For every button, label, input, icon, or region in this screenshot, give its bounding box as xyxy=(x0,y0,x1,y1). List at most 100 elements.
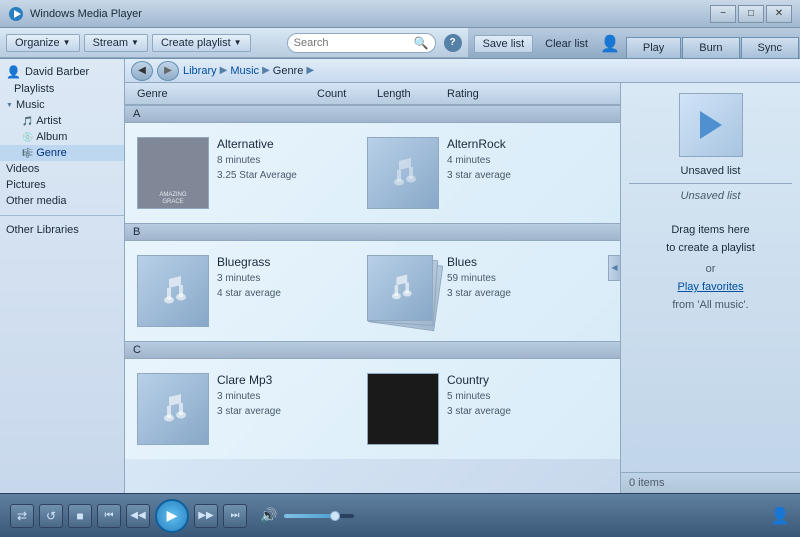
genre-info-clare-mp3: Clare Mp3 3 minutes 3 star average xyxy=(217,373,349,419)
volume-slider[interactable] xyxy=(284,514,354,518)
genre-grid-b: Bluegrass 3 minutes 4 star average xyxy=(125,241,620,341)
right-status-icon: 👤 xyxy=(770,506,790,526)
help-button[interactable]: ? xyxy=(444,34,462,52)
title-bar: Windows Media Player − □ ✕ xyxy=(0,0,800,28)
repeat-button[interactable]: ↺ xyxy=(39,504,63,528)
search-icon[interactable]: 🔍 xyxy=(414,36,429,50)
section-header-c: C xyxy=(125,341,620,359)
address-bar: ◀ ▶ Library ▶ Music ▶ Genre ▶ xyxy=(125,59,800,83)
organize-dropdown-icon: ▼ xyxy=(63,38,71,47)
sidebar-item-pictures[interactable]: Pictures xyxy=(0,177,124,193)
drag-hint: Drag items hereto create a playlist xyxy=(666,222,755,257)
breadcrumb-library[interactable]: Library xyxy=(183,65,217,77)
main-tabs: Save list Clear list 👤 Play Burn Sync xyxy=(468,28,800,58)
column-headers: Genre Count Length Rating xyxy=(125,83,620,105)
genre-meta-country: 5 minutes 3 star average xyxy=(447,389,579,419)
tab-burn[interactable]: Burn xyxy=(682,37,739,58)
create-playlist-button[interactable]: Create playlist ▼ xyxy=(152,34,251,52)
panel-unsaved-label: Unsaved list xyxy=(681,190,741,202)
forward-button[interactable]: ▶ xyxy=(157,61,179,81)
toolbar: Organize ▼ Stream ▼ Create playlist ▼ 🔍 … xyxy=(0,28,468,58)
sidebar: 👤 David Barber Playlists ▼ Music 🎵 Artis… xyxy=(0,59,125,493)
items-count: 0 items xyxy=(621,472,800,493)
breadcrumb-sep-2: ▶ xyxy=(262,65,270,76)
main-area: 👤 David Barber Playlists ▼ Music 🎵 Artis… xyxy=(0,59,800,493)
genre-info-alternative: Alternative 8 minutes 3.25 Star Average xyxy=(217,137,349,183)
col-genre[interactable]: Genre xyxy=(133,88,313,100)
clear-list-button[interactable]: Clear list xyxy=(537,36,596,52)
search-box: 🔍 xyxy=(287,33,436,53)
or-text: or xyxy=(706,263,716,275)
sidebar-item-genre[interactable]: 🎼 Genre xyxy=(0,145,124,161)
play-pause-button[interactable]: ▶ xyxy=(155,499,189,533)
genre-name-country: Country xyxy=(447,373,579,387)
content-area: Genre Count Length Rating A AMAZING xyxy=(125,83,800,493)
stream-button[interactable]: Stream ▼ xyxy=(84,34,148,52)
sidebar-item-album[interactable]: 💿 Album xyxy=(0,129,124,145)
breadcrumb: Library ▶ Music ▶ Genre ▶ xyxy=(183,65,314,77)
maximize-button[interactable]: □ xyxy=(738,5,764,23)
breadcrumb-music[interactable]: Music xyxy=(230,65,259,77)
back-button[interactable]: ◀ xyxy=(131,61,153,81)
window-title: Windows Media Player xyxy=(30,8,142,20)
section-header-a: A xyxy=(125,105,620,123)
close-button[interactable]: ✕ xyxy=(766,5,792,23)
genre-item-altern-rock[interactable]: AlternRock 4 minutes 3 star average xyxy=(363,133,583,213)
genre-name-alternative: Alternative xyxy=(217,137,349,151)
genre-name-bluegrass: Bluegrass xyxy=(217,255,349,269)
user-icon: 👤 xyxy=(600,34,620,54)
search-input[interactable] xyxy=(294,37,414,49)
rewind-button[interactable]: ◀◀ xyxy=(126,504,150,528)
genre-info-country: Country 5 minutes 3 star average xyxy=(447,373,579,419)
shuffle-button[interactable]: ⇄ xyxy=(10,504,34,528)
sidebar-item-artist[interactable]: 🎵 Artist xyxy=(0,113,124,129)
genre-item-clare-mp3[interactable]: Clare Mp3 3 minutes 3 star average xyxy=(133,369,353,449)
next-track-button[interactable]: ⏭ xyxy=(223,504,247,528)
from-text: from 'All music'. xyxy=(672,299,748,311)
unsaved-list-icon xyxy=(679,93,743,157)
playback-bar: ⇄ ↺ ■ ⏮ ◀◀ ▶ ▶▶ ⏭ 🔊 👤 xyxy=(0,493,800,537)
col-count[interactable]: Count xyxy=(313,88,373,100)
app-icon xyxy=(8,6,24,22)
fast-forward-button[interactable]: ▶▶ xyxy=(194,504,218,528)
save-list-button[interactable]: Save list xyxy=(474,35,534,53)
genre-scroll[interactable]: A AMAZINGGRACE Alternative 8 minut xyxy=(125,105,620,493)
tab-sync[interactable]: Sync xyxy=(741,37,799,58)
col-length[interactable]: Length xyxy=(373,88,443,100)
unsaved-list-label: Unsaved list xyxy=(681,165,741,177)
stop-button[interactable]: ■ xyxy=(68,504,92,528)
genre-info-altern-rock: AlternRock 4 minutes 3 star average xyxy=(447,137,579,183)
playlist-dropdown-icon: ▼ xyxy=(234,38,242,47)
genre-meta-bluegrass: 3 minutes 4 star average xyxy=(217,271,349,301)
tab-play[interactable]: Play xyxy=(626,37,681,58)
sidebar-item-other-libraries[interactable]: Other Libraries xyxy=(0,222,124,238)
genre-item-blues[interactable]: Blues 59 minutes 3 star average xyxy=(363,251,583,331)
sidebar-item-playlists[interactable]: Playlists xyxy=(0,81,124,97)
sidebar-item-other-media[interactable]: Other media xyxy=(0,193,124,209)
genre-list: Genre Count Length Rating A AMAZING xyxy=(125,83,620,493)
sidebar-item-videos[interactable]: Videos xyxy=(0,161,124,177)
volume-icon: 🔊 xyxy=(260,507,277,524)
collapse-panel-button[interactable]: ◀ xyxy=(608,255,621,281)
volume-fill xyxy=(284,514,333,518)
genre-meta-alternative: 8 minutes 3.25 Star Average xyxy=(217,153,349,183)
genre-meta-clare-mp3: 3 minutes 3 star average xyxy=(217,389,349,419)
genre-item-bluegrass[interactable]: Bluegrass 3 minutes 4 star average xyxy=(133,251,353,331)
minimize-button[interactable]: − xyxy=(710,5,736,23)
play-favorites-link[interactable]: Play favorites xyxy=(677,281,743,293)
col-rating[interactable]: Rating xyxy=(443,88,612,100)
sidebar-item-music[interactable]: ▼ Music xyxy=(0,97,124,113)
genre-grid-c: Clare Mp3 3 minutes 3 star average xyxy=(125,359,620,459)
genre-name-clare-mp3: Clare Mp3 xyxy=(217,373,349,387)
genre-info-bluegrass: Bluegrass 3 minutes 4 star average xyxy=(217,255,349,301)
breadcrumb-sep-3: ▶ xyxy=(306,65,314,76)
volume-thumb[interactable] xyxy=(330,511,340,521)
genre-item-country[interactable]: Country 5 minutes 3 star average xyxy=(363,369,583,449)
breadcrumb-genre: Genre xyxy=(273,65,304,77)
genre-name-altern-rock: AlternRock xyxy=(447,137,579,151)
prev-track-button[interactable]: ⏮ xyxy=(97,504,121,528)
sidebar-item-david-barber[interactable]: 👤 David Barber xyxy=(0,63,124,81)
breadcrumb-sep-1: ▶ xyxy=(220,65,228,76)
genre-item-alternative[interactable]: AMAZINGGRACE Alternative 8 minutes 3.25 … xyxy=(133,133,353,213)
organize-button[interactable]: Organize ▼ xyxy=(6,34,80,52)
